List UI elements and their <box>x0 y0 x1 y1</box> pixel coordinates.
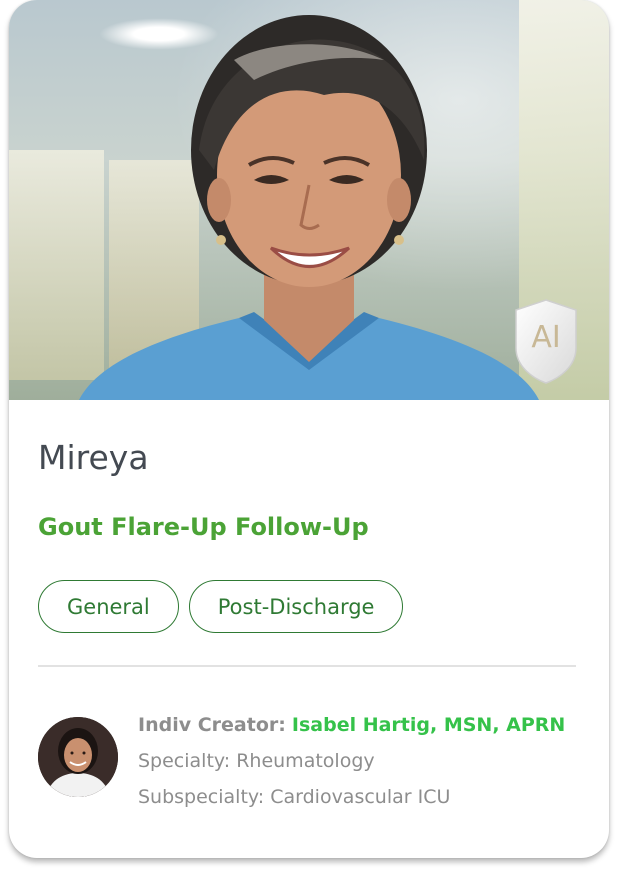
tag-general[interactable]: General <box>38 580 179 633</box>
hero-image: AI <box>9 0 609 400</box>
persona-name: Mireya <box>38 438 149 477</box>
ai-badge-label: AI <box>531 320 561 355</box>
creator-section: Indiv Creator: Isabel Hartig, MSN, APRN … <box>38 714 578 808</box>
creator-label: Indiv Creator: <box>138 714 286 736</box>
scenario-title[interactable]: Gout Flare-Up Follow-Up <box>38 513 369 541</box>
creator-subspecialty: Subspecialty: Cardiovascular ICU <box>138 786 451 808</box>
creator-avatar-photo <box>38 717 118 797</box>
creator-name-link[interactable]: Isabel Hartig, MSN, APRN <box>292 714 565 736</box>
creator-avatar[interactable] <box>38 717 118 797</box>
tag-list: General Post-Discharge <box>38 580 404 633</box>
creator-info: Indiv Creator: Isabel Hartig, MSN, APRN … <box>138 707 565 815</box>
ai-shield-icon: AI <box>514 298 578 384</box>
creator-specialty: Specialty: Rheumatology <box>138 750 375 772</box>
tag-post-discharge[interactable]: Post-Discharge <box>188 580 404 633</box>
divider <box>38 665 576 667</box>
persona-card[interactable]: AI Mireya Gout Flare-Up Follow-Up Genera… <box>9 0 609 858</box>
